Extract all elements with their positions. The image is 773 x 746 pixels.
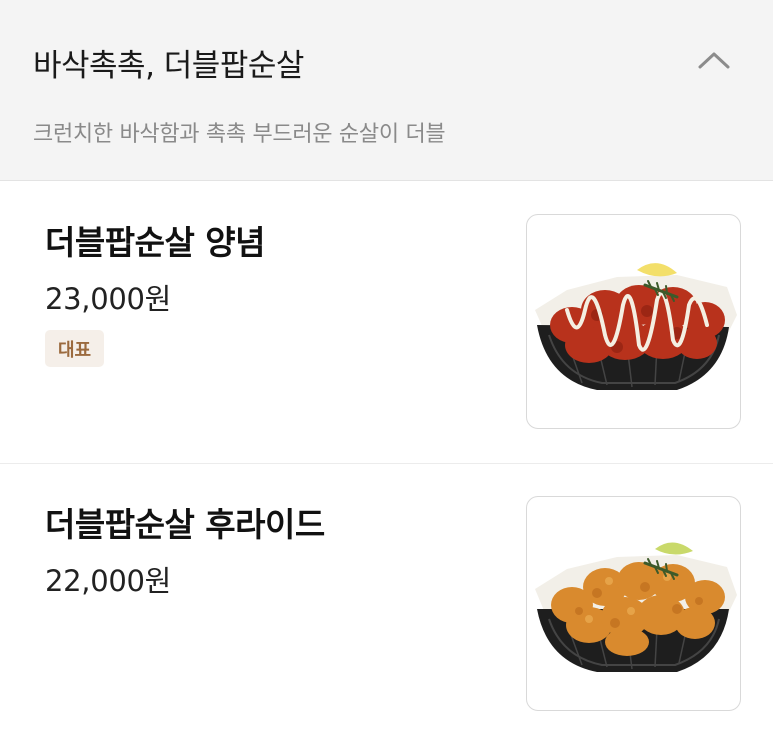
signature-badge: 대표	[45, 330, 105, 367]
chevron-up-icon	[698, 52, 730, 69]
menu-item-name: 더블팝순살 후라이드	[45, 505, 325, 544]
menu-item-price: 23,000원	[45, 282, 172, 316]
menu-item-price: 22,000원	[45, 564, 172, 598]
category-description: 크런치한 바삭함과 촉촉 부드러운 순살이 더블	[33, 122, 446, 147]
collapse-button[interactable]	[690, 38, 738, 82]
menu-item-fried[interactable]: 더블팝순살 후라이드 22,000원	[0, 464, 773, 746]
category-title: 바삭촉촉, 더블팝순살	[33, 48, 304, 84]
menu-item-image[interactable]	[526, 496, 741, 711]
menu-item-image[interactable]	[526, 214, 741, 429]
chicken-basket-illustration	[535, 263, 737, 390]
category-header[interactable]: 바삭촉촉, 더블팝순살 크런치한 바삭함과 촉촉 부드러운 순살이 더블	[0, 0, 773, 181]
menu-item-name: 더블팝순살 양념	[45, 223, 266, 262]
chicken-basket-illustration	[535, 542, 737, 672]
menu-item-yangnyeom[interactable]: 더블팝순살 양념 23,000원 대표	[0, 182, 773, 464]
